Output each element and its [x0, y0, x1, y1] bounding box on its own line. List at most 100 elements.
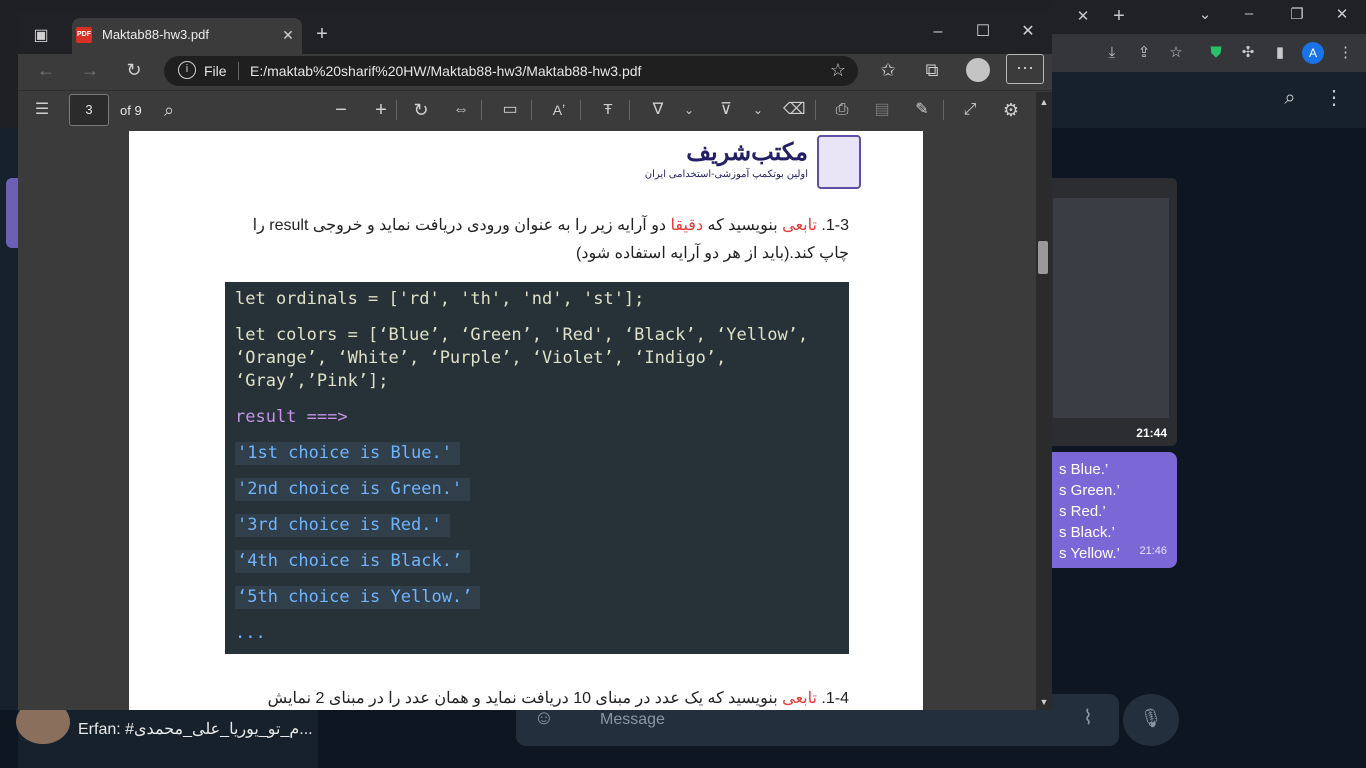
save-as-icon[interactable]: ✎ — [912, 100, 932, 120]
toolbar-separator — [531, 100, 532, 120]
back-icon[interactable]: ← — [36, 60, 56, 80]
plus-icon[interactable]: + — [312, 24, 332, 44]
code-output: ‘5th choice is Yellow.’ — [235, 586, 481, 609]
question-2: 1-4. تابعی بنویسید که یک عدد در مبنای 10… — [224, 685, 849, 710]
question-number: 1-3. — [821, 217, 849, 234]
attach-icon[interactable]: ⌇ — [1076, 708, 1100, 728]
share-icon[interactable]: ⇪ — [1134, 43, 1154, 63]
bubble-line: s Red.’ — [1059, 503, 1106, 520]
sidepanel-icon[interactable]: ▮ — [1270, 43, 1290, 63]
telegram-browser-toolbar: ⤓ ⇪ ☆ ⛊ ✣ ▮ A ⋮ — [1052, 34, 1366, 72]
chat-list-item[interactable] — [6, 178, 18, 248]
avatar-icon[interactable]: A — [1302, 42, 1324, 64]
question-1: 1-3. تابعی بنویسید که دقیقا دو آرایه زیر… — [224, 212, 849, 268]
more-vertical-icon[interactable]: ⋮ — [1324, 88, 1344, 108]
search-icon[interactable]: ⌕ — [1278, 88, 1302, 108]
close-icon[interactable]: ✕ — [280, 25, 296, 45]
scrollbar[interactable] — [1036, 92, 1052, 710]
restore-icon[interactable]: ☐ — [973, 22, 993, 42]
logo-title: مکتب‌شریف — [686, 139, 808, 166]
fullscreen-icon[interactable]: ⤢ — [960, 100, 980, 120]
restore-icon[interactable]: ❐ — [1287, 5, 1307, 25]
profile-icon[interactable] — [966, 58, 990, 82]
telegram-tabstrip: ✕ + ⌄ – ❐ ✕ — [1052, 0, 1366, 34]
zoom-in-icon[interactable]: + — [371, 100, 391, 120]
address-scheme: File — [204, 63, 227, 79]
message-bubble[interactable]: s Blue.’ s Green.’ s Red.’ s Black.’ s Y… — [1045, 452, 1177, 568]
search-icon[interactable]: ⌕ — [159, 100, 179, 120]
telegram-header: ⌕ ⋮ — [1052, 72, 1366, 128]
rotate-icon[interactable]: ↻ — [411, 100, 431, 120]
logo-subtitle: اولین بوتکمپ آموزشی-استخدامی ایران — [644, 169, 808, 180]
bubble-line: s Black.’ — [1059, 524, 1115, 541]
save-icon[interactable]: ▤ — [872, 100, 892, 120]
new-tab-icon[interactable]: + — [1109, 6, 1129, 26]
page-number-input[interactable]: 3 — [69, 94, 109, 126]
pdf-page: مکتب‌شریف اولین بوتکمپ آموزشی-استخدامی ا… — [129, 131, 923, 710]
code-output: '3rd choice is Red.' — [235, 514, 450, 537]
scroll-down-icon[interactable]: ▼ — [1038, 692, 1050, 710]
tab-title: Maktab88-hw3.pdf — [102, 27, 209, 42]
close-window-icon[interactable]: ✕ — [1018, 22, 1038, 42]
highlight-word: تابعی — [782, 217, 817, 234]
close-icon[interactable]: ✕ — [1332, 5, 1352, 25]
chevron-down-icon[interactable]: ⌄ — [751, 100, 765, 120]
message-time: 21:44 — [1136, 426, 1167, 440]
contents-icon[interactable]: ☰ — [32, 100, 52, 120]
mic-button[interactable]: 🎙 — [1123, 694, 1179, 746]
info-icon: i — [178, 61, 196, 79]
favorites-icon[interactable]: ✩ — [878, 60, 898, 80]
code-output: '2nd choice is Green.' — [235, 478, 471, 501]
read-aloud-icon[interactable]: Aʼ — [548, 100, 570, 120]
question-text: چاپ کند.(باید از هر دو آرایه استفاده شود… — [576, 245, 849, 262]
extensions-icon[interactable]: ✣ — [1238, 43, 1258, 63]
highlight-word: دقیقا — [670, 217, 704, 234]
settings-icon[interactable]: ⚙ — [1001, 100, 1021, 120]
last-message-preview: Erfan: #م_تو_یوریا_علی_محمدی... — [78, 721, 313, 738]
scroll-up-icon[interactable]: ▲ — [1038, 92, 1050, 112]
download-icon[interactable]: ⤓ — [1102, 43, 1122, 63]
eraser-icon[interactable]: ⌫ — [783, 100, 806, 120]
minimize-icon[interactable]: – — [928, 22, 948, 42]
question-text: بنویسید که — [707, 217, 778, 234]
chevron-down-icon[interactable]: ⌄ — [1195, 5, 1215, 25]
page-view-icon[interactable]: ▭ — [500, 100, 520, 120]
toolbar-separator — [481, 100, 482, 120]
question-text: دو آرایه زیر را به عنوان ورودی دریافت نم… — [252, 217, 667, 234]
address-url[interactable]: E:/maktab%20sharif%20HW/Maktab88-hw3/Mak… — [250, 63, 641, 79]
highlight-word: تابعی — [782, 690, 817, 707]
emoji-icon[interactable]: ☺ — [532, 708, 556, 728]
collections-icon[interactable]: ⧉ — [922, 60, 942, 80]
page-count: of 9 — [120, 103, 142, 118]
code-block: let ordinals = ['rd', 'th', 'nd', 'st'];… — [225, 282, 849, 654]
chevron-down-icon[interactable]: ⌄ — [682, 100, 696, 120]
print-icon[interactable]: ⎙ — [832, 100, 852, 120]
more-vertical-icon[interactable]: ⋮ — [1338, 43, 1353, 63]
code-output: ‘4th choice is Black.’ — [235, 550, 471, 573]
code-line: let ordinals = ['rd', 'th', 'nd', 'st']; — [235, 289, 645, 309]
tab-close-icon[interactable]: ✕ — [1073, 7, 1093, 27]
media-thumbnail — [1053, 198, 1169, 418]
text-icon[interactable]: Ŧ — [598, 100, 618, 120]
mic-icon: 🎙 — [1139, 708, 1163, 728]
minimize-icon[interactable]: – — [1239, 4, 1259, 24]
address-separator — [238, 62, 239, 80]
zoom-out-icon[interactable]: − — [331, 100, 351, 120]
highlight-icon[interactable]: ⊽ — [716, 100, 736, 120]
screen: ✕ + ⌄ – ❐ ✕ ⤓ ⇪ ☆ ⛊ ✣ ▮ A ⋮ ⌕ ⋮ 21:44 s … — [0, 0, 1366, 768]
favorite-add-icon[interactable]: ☆ — [828, 60, 848, 80]
shield-icon[interactable]: ⛊ — [1206, 43, 1226, 63]
forward-icon[interactable]: → — [80, 60, 100, 80]
edge-window: ▣ PDF Maktab88-hw3.pdf ✕ + – ☐ ✕ ← → ↻ i… — [18, 12, 1052, 710]
star-icon[interactable]: ☆ — [1166, 43, 1186, 63]
more-button[interactable]: ⋯ — [1006, 54, 1044, 84]
sidebar-icon[interactable]: ▣ — [32, 26, 50, 46]
draw-icon[interactable]: ∇ — [648, 100, 668, 120]
scrollbar-thumb[interactable] — [1038, 241, 1048, 274]
fit-width-icon[interactable]: ⇔ — [451, 100, 471, 120]
bubble-line: s Blue.’ — [1059, 461, 1109, 478]
refresh-icon[interactable]: ↻ — [124, 60, 144, 80]
message-media[interactable]: 21:44 — [1045, 178, 1177, 446]
code-line: let colors = [‘Blue’, ‘Green’, 'Red', ‘B… — [235, 325, 809, 391]
more-icon: ⋯ — [1016, 58, 1034, 78]
